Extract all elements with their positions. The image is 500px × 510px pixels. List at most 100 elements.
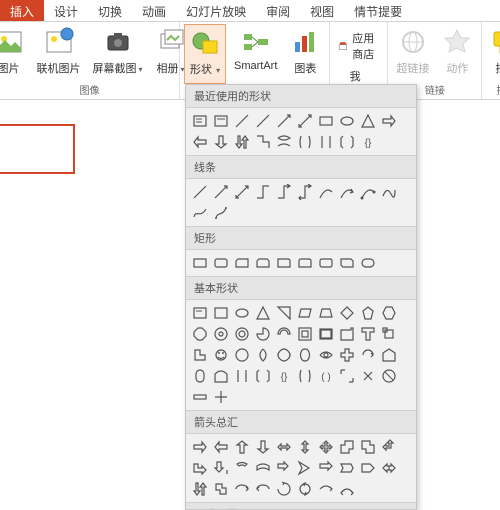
shape-item[interactable] <box>211 387 231 407</box>
store-button[interactable]: 应用商店 <box>334 28 383 64</box>
shape-item[interactable] <box>337 479 357 499</box>
shape-item[interactable] <box>232 458 252 478</box>
shape-item[interactable] <box>232 132 252 152</box>
shape-item[interactable] <box>190 366 210 386</box>
shape-item[interactable] <box>190 303 210 323</box>
shape-item[interactable] <box>253 345 273 365</box>
shape-item[interactable] <box>295 479 315 499</box>
shape-item[interactable] <box>316 182 336 202</box>
tab-6[interactable]: 视图 <box>300 0 344 21</box>
shape-item[interactable] <box>379 111 399 131</box>
tab-4[interactable]: 幻灯片放映 <box>176 0 256 21</box>
action-button[interactable]: 动作 <box>437 24 477 80</box>
shape-item[interactable] <box>358 437 378 457</box>
shapes-button[interactable]: 形状 ▾ <box>184 24 226 84</box>
shape-item[interactable] <box>211 253 231 273</box>
shape-item[interactable] <box>337 253 357 273</box>
shape-item[interactable] <box>337 132 357 152</box>
shape-item[interactable] <box>274 132 294 152</box>
shape-item[interactable] <box>379 324 399 344</box>
shape-item[interactable] <box>190 111 210 131</box>
shape-item[interactable] <box>358 111 378 131</box>
shape-item[interactable] <box>337 366 357 386</box>
shape-item[interactable] <box>379 303 399 323</box>
shape-item[interactable] <box>190 132 210 152</box>
shape-item[interactable] <box>379 366 399 386</box>
shape-item[interactable] <box>379 182 399 202</box>
slide-thumbnail[interactable] <box>0 124 75 174</box>
shape-item[interactable] <box>274 111 294 131</box>
shape-item[interactable] <box>253 132 273 152</box>
shape-item[interactable] <box>274 303 294 323</box>
shape-item[interactable] <box>295 132 315 152</box>
shape-item[interactable] <box>358 324 378 344</box>
shape-item[interactable] <box>190 253 210 273</box>
shape-item[interactable] <box>232 345 252 365</box>
shape-item[interactable] <box>316 132 336 152</box>
shape-item[interactable] <box>211 437 231 457</box>
shape-item[interactable] <box>211 324 231 344</box>
tab-2[interactable]: 切换 <box>88 0 132 21</box>
shape-item[interactable] <box>253 366 273 386</box>
shape-item[interactable] <box>211 203 231 223</box>
shape-item[interactable] <box>253 324 273 344</box>
comment-button[interactable]: 批注 <box>486 24 500 80</box>
shape-item[interactable] <box>358 303 378 323</box>
shape-item[interactable] <box>253 437 273 457</box>
tab-3[interactable]: 动画 <box>132 0 176 21</box>
shape-item[interactable] <box>232 479 252 499</box>
shape-item[interactable] <box>316 345 336 365</box>
shape-item[interactable] <box>190 345 210 365</box>
shape-item[interactable] <box>295 303 315 323</box>
picture-button[interactable]: 图片 <box>0 24 29 80</box>
shape-item[interactable] <box>295 437 315 457</box>
shape-item[interactable] <box>295 324 315 344</box>
shape-item[interactable]: {} <box>274 366 294 386</box>
shapes-dropdown-panel[interactable]: 最近使用的形状{}线条矩形基本形状{}( )箭头总汇公式形状流程图星与旗帜 <box>185 84 417 510</box>
shape-item[interactable] <box>316 437 336 457</box>
shape-item[interactable] <box>295 345 315 365</box>
shape-item[interactable] <box>316 253 336 273</box>
hyperlink-button[interactable]: 超链接 <box>392 24 433 80</box>
shape-item[interactable] <box>253 303 273 323</box>
shape-item[interactable] <box>358 345 378 365</box>
shape-item[interactable] <box>274 345 294 365</box>
shape-item[interactable] <box>337 303 357 323</box>
shape-item[interactable] <box>232 324 252 344</box>
shape-item[interactable] <box>358 253 378 273</box>
online-picture-button[interactable]: 联机图片 <box>33 24 85 80</box>
shape-item[interactable] <box>190 203 210 223</box>
shape-item[interactable] <box>337 437 357 457</box>
shape-item[interactable] <box>232 111 252 131</box>
shape-item[interactable] <box>190 324 210 344</box>
shape-item[interactable] <box>211 345 231 365</box>
shape-item[interactable] <box>211 366 231 386</box>
shape-item[interactable] <box>190 182 210 202</box>
shape-item[interactable] <box>253 479 273 499</box>
shape-item[interactable] <box>190 437 210 457</box>
shape-item[interactable] <box>232 303 252 323</box>
shape-item[interactable] <box>337 345 357 365</box>
shape-item[interactable] <box>253 111 273 131</box>
shape-item[interactable] <box>295 111 315 131</box>
shape-item[interactable] <box>211 111 231 131</box>
shape-item[interactable] <box>253 458 273 478</box>
shape-item[interactable] <box>358 458 378 478</box>
shape-item[interactable] <box>274 479 294 499</box>
shape-item[interactable]: {} <box>358 132 378 152</box>
shape-item[interactable] <box>337 458 357 478</box>
smartart-button[interactable]: SmartArt <box>230 24 281 84</box>
shape-item[interactable] <box>337 182 357 202</box>
tab-7[interactable]: 情节提要 <box>344 0 412 21</box>
shape-item[interactable] <box>295 182 315 202</box>
shape-item[interactable] <box>379 345 399 365</box>
shape-item[interactable] <box>211 458 231 478</box>
shape-item[interactable] <box>274 437 294 457</box>
shape-item[interactable] <box>232 182 252 202</box>
shape-item[interactable] <box>211 303 231 323</box>
shape-item[interactable] <box>274 324 294 344</box>
shape-item[interactable] <box>211 479 231 499</box>
tab-5[interactable]: 审阅 <box>256 0 300 21</box>
chart-button[interactable]: 图表 <box>285 24 325 84</box>
shape-item[interactable] <box>274 458 294 478</box>
